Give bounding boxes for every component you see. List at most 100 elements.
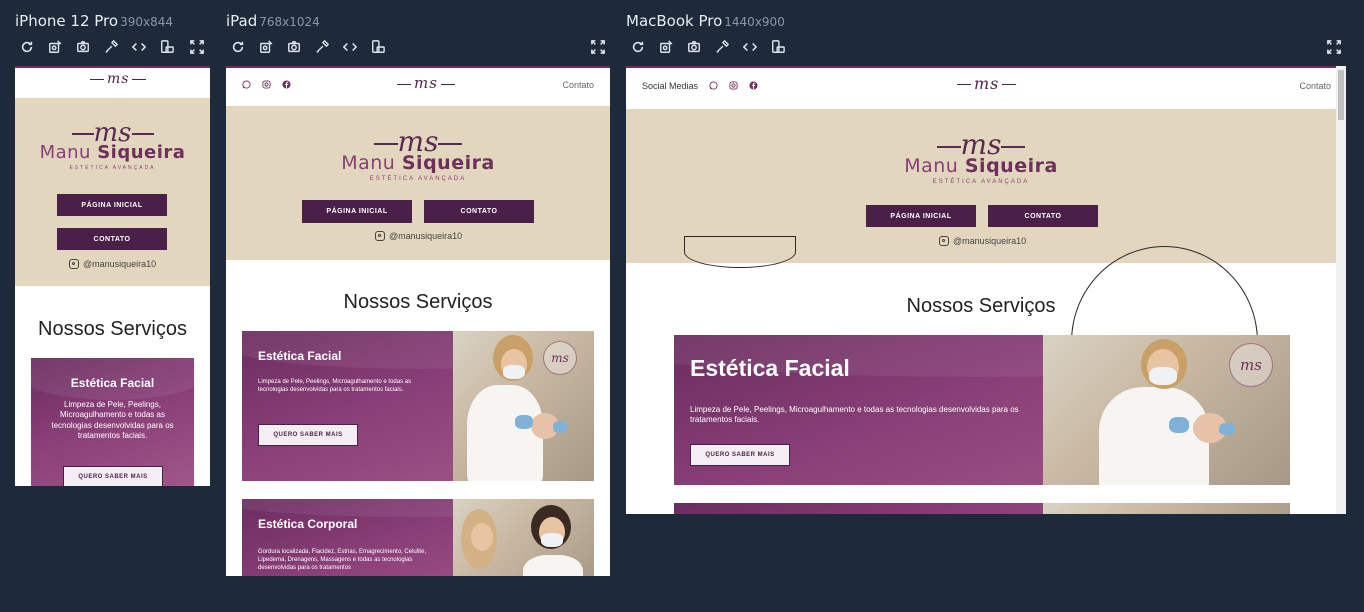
whatsapp-icon[interactable] <box>709 81 718 90</box>
device-label-iphone: iPhone 12 Pro 390x844 <box>15 12 173 30</box>
brand-name-last: Siqueira <box>97 142 186 163</box>
camera-icon[interactable] <box>74 38 92 56</box>
eyedropper-icon[interactable] <box>713 38 731 56</box>
refresh-icon[interactable] <box>629 38 647 56</box>
code-icon[interactable] <box>130 38 148 56</box>
scrollbar-thumb[interactable] <box>1338 70 1344 120</box>
refresh-icon[interactable] <box>18 38 36 56</box>
card-title: Estética Facial <box>258 349 342 363</box>
brand-name-last: Siqueira <box>401 152 495 174</box>
camera-icon[interactable] <box>285 38 303 56</box>
iphone-toolbar <box>18 38 210 58</box>
eyedropper-icon[interactable] <box>313 38 331 56</box>
logo-badge: ms <box>543 341 577 375</box>
code-icon[interactable] <box>341 38 359 56</box>
macbook-toolbar <box>629 38 1345 58</box>
card-title: Estética Facial <box>690 355 850 381</box>
logo-mark: ms <box>107 71 130 87</box>
card-title: Estética Corporal <box>258 517 358 531</box>
vertical-scrollbar[interactable] <box>1336 66 1346 514</box>
logo-mark: ms <box>414 74 438 92</box>
learn-more-button[interactable]: QUERO SABER MAIS <box>63 466 163 486</box>
learn-more-button[interactable]: QUERO SABER MAIS <box>690 444 790 466</box>
device-label-ipad: iPad 768x1024 <box>226 12 320 30</box>
device-label-macbook: MacBook Pro 1440x900 <box>626 12 785 30</box>
service-card-body: Estética Corporal Gordura localizada, Fl… <box>242 499 594 576</box>
facial-treatment-photo: ms <box>1043 335 1290 485</box>
site-header: Social Medias ms Contato <box>626 68 1336 109</box>
instagram-handle[interactable]: @manusiqueira10 <box>69 259 156 269</box>
rotate-icon[interactable] <box>657 38 675 56</box>
body-treatment-photo <box>1043 503 1290 514</box>
code-icon[interactable] <box>741 38 759 56</box>
card-description: Gordura localizada, Flacidez, Estrias, E… <box>258 549 427 571</box>
refresh-icon[interactable] <box>229 38 247 56</box>
hero-section: ms Manu Siqueira ESTÉTICA AVANÇADA PÁGIN… <box>15 98 210 286</box>
iphone-viewport: ms ms Manu Siqueira ESTÉTICA AVANÇADA PÁ… <box>15 66 210 486</box>
whatsapp-icon[interactable] <box>242 80 251 89</box>
device-orientation-icon[interactable] <box>158 38 176 56</box>
service-card-facial: Estética Facial Limpeza de Pele, Peeling… <box>242 331 594 481</box>
services-title: Nossos Serviços <box>343 291 493 313</box>
service-card-facial: Estética Facial Limpeza de Pele, Peeling… <box>674 335 1290 485</box>
device-name: MacBook Pro <box>626 12 723 30</box>
site-header: ms Contato <box>226 68 610 104</box>
fullscreen-icon[interactable] <box>589 38 607 56</box>
logo-badge: ms <box>1229 343 1273 387</box>
instagram-icon[interactable] <box>262 80 271 89</box>
camera-icon[interactable] <box>685 38 703 56</box>
contact-button[interactable]: CONTATO <box>57 228 167 250</box>
service-card-body <box>674 503 1290 514</box>
learn-more-button[interactable]: QUERO SABER MAIS <box>258 424 358 446</box>
facebook-icon[interactable] <box>282 80 291 89</box>
site-header: ms <box>15 68 210 98</box>
home-button[interactable]: PÁGINA INICIAL <box>57 194 167 216</box>
service-card-facial: Estética Facial Limpeza de Pele, Peeling… <box>31 358 194 486</box>
device-name: iPad <box>226 12 258 30</box>
ipad-toolbar <box>229 38 609 58</box>
card-description: Limpeza de Pele, Peelings, Microagulhame… <box>258 379 412 393</box>
device-name: iPhone 12 Pro <box>15 12 119 30</box>
social-medias-label: Social Medias <box>642 81 699 91</box>
instagram-handle-text: @manusiqueira10 <box>83 259 157 269</box>
rotate-icon[interactable] <box>46 38 64 56</box>
device-orientation-icon[interactable] <box>769 38 787 56</box>
rotate-icon[interactable] <box>257 38 275 56</box>
brand-tagline: ESTÉTICA AVANÇADA <box>69 165 156 171</box>
device-dimensions: 768x1024 <box>259 15 320 29</box>
body-treatment-photo <box>453 499 594 576</box>
brand-logo: ms Manu Siqueira ESTÉTICA AVANÇADA <box>15 120 210 171</box>
instagram-handle-text: @manusiqueira10 <box>389 231 463 241</box>
services-title: Nossos Serviços <box>38 318 187 340</box>
nav-contact-link[interactable]: Contato <box>562 80 594 90</box>
card-description: Limpeza de Pele, Peelings, Microagulhame… <box>51 400 174 441</box>
instagram-icon <box>69 259 79 269</box>
fullscreen-icon[interactable] <box>188 38 206 56</box>
brand-tagline: ESTÉTICA AVANÇADA <box>369 176 467 182</box>
device-dimensions: 1440x900 <box>724 15 785 29</box>
header-logo[interactable]: ms <box>954 74 1019 93</box>
home-button[interactable]: PÁGINA INICIAL <box>302 200 412 223</box>
device-orientation-icon[interactable] <box>369 38 387 56</box>
facial-treatment-photo: ms <box>453 331 594 481</box>
fullscreen-icon[interactable] <box>1325 38 1343 56</box>
card-title: Estética Facial <box>70 376 155 390</box>
eyedropper-icon[interactable] <box>102 38 120 56</box>
services-title: Nossos Serviços <box>906 295 1056 317</box>
card-description: Limpeza de Pele, Peelings, Microagulhame… <box>690 405 1019 425</box>
facebook-icon[interactable] <box>749 81 758 90</box>
instagram-icon[interactable] <box>729 81 738 90</box>
header-logo[interactable]: ms <box>394 74 458 92</box>
nav-contact-link[interactable]: Contato <box>1299 81 1331 91</box>
contact-button[interactable]: CONTATO <box>424 200 534 223</box>
ipad-viewport: ms Contato ms Manu Siqueira ESTÉTICA AVA… <box>226 66 610 576</box>
device-dimensions: 390x844 <box>120 15 173 29</box>
brand-name-first: Manu <box>39 142 91 163</box>
hero-section: ms Manu Siqueira ESTÉTICA AVANÇADA PÁGIN… <box>226 106 610 260</box>
instagram-icon <box>375 231 385 241</box>
instagram-handle[interactable]: @manusiqueira10 <box>375 231 462 241</box>
macbook-viewport: Social Medias ms Contato ms Manu Siqueir… <box>626 66 1346 514</box>
brand-name-first: Manu <box>341 152 396 174</box>
header-logo[interactable]: ms <box>87 71 149 87</box>
brand-logo: ms Manu Siqueira ESTÉTICA AVANÇADA <box>226 128 610 183</box>
